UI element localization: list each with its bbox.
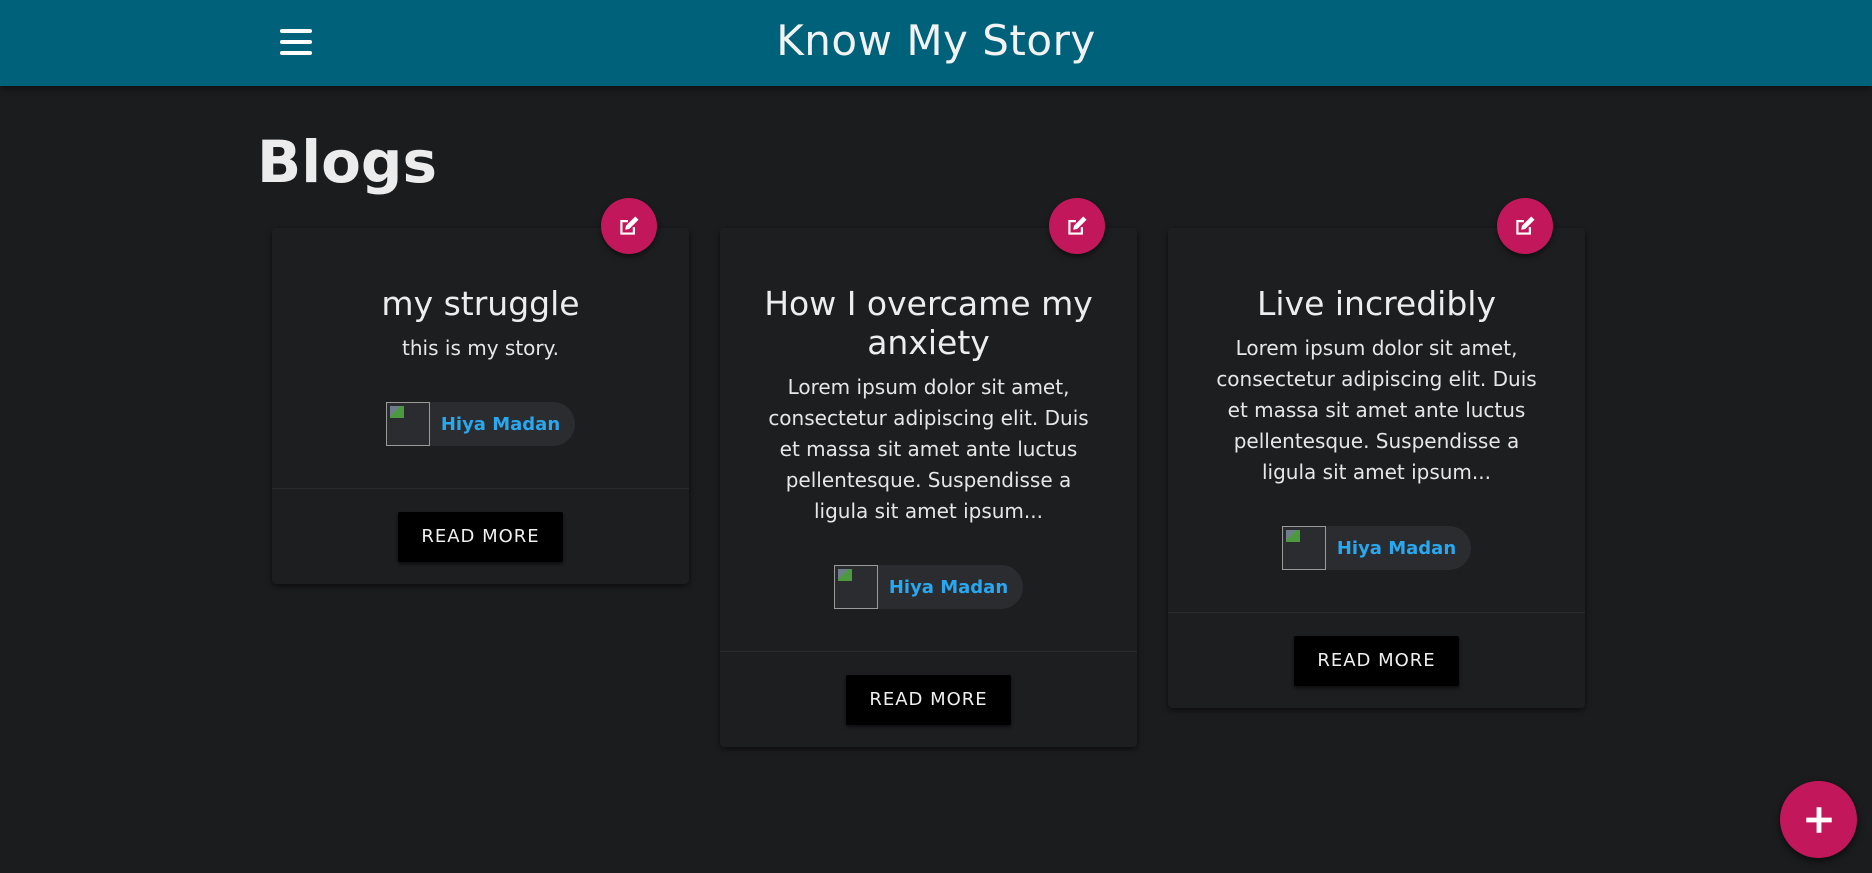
blog-card-title: my struggle: [381, 284, 580, 323]
blog-card-excerpt: Lorem ipsum dolor sit amet, consectetur …: [768, 375, 1089, 523]
author-name: Hiya Madan: [888, 576, 1009, 598]
app-bar: Know My Story: [0, 0, 1872, 86]
read-more-button[interactable]: READ MORE: [398, 511, 563, 562]
card-actions: READ MORE: [272, 489, 689, 584]
edit-icon: [1516, 216, 1535, 235]
blog-card: Live incredibly Lorem ipsum dolor sit am…: [1168, 228, 1585, 708]
author-name: Hiya Madan: [440, 413, 561, 435]
author-avatar: [385, 402, 430, 446]
author-name: Hiya Madan: [1336, 537, 1457, 559]
edit-icon: [620, 216, 639, 235]
author-avatar: [833, 565, 878, 609]
card-actions: READ MORE: [1168, 613, 1585, 708]
blog-card-excerpt: Lorem ipsum dolor sit amet, consectetur …: [1216, 336, 1537, 484]
blog-card: How I overcame my anxiety Lorem ipsum do…: [720, 228, 1137, 747]
blog-card: my struggle this is my story. Hiya Madan…: [272, 228, 689, 584]
edit-button[interactable]: [1497, 198, 1553, 254]
blog-card-excerpt: this is my story.: [402, 336, 559, 360]
app-title: Know My Story: [776, 16, 1096, 65]
edit-button[interactable]: [601, 198, 657, 254]
read-more-button[interactable]: READ MORE: [1294, 635, 1459, 686]
add-blog-button[interactable]: [1780, 781, 1857, 858]
page-title: Blogs: [257, 128, 437, 196]
author-avatar: [1281, 526, 1326, 570]
author-chip[interactable]: Hiya Madan: [1281, 526, 1472, 570]
edit-icon: [1068, 216, 1087, 235]
author-chip[interactable]: Hiya Madan: [833, 565, 1024, 609]
author-chip[interactable]: Hiya Madan: [385, 402, 576, 446]
read-more-button[interactable]: READ MORE: [846, 674, 1011, 725]
blog-card-title: Live incredibly: [1256, 284, 1496, 323]
card-actions: READ MORE: [720, 652, 1137, 747]
plus-icon: [1805, 806, 1832, 833]
edit-button[interactable]: [1049, 198, 1105, 254]
blog-card-title: How I overcame my anxiety: [764, 284, 1093, 362]
